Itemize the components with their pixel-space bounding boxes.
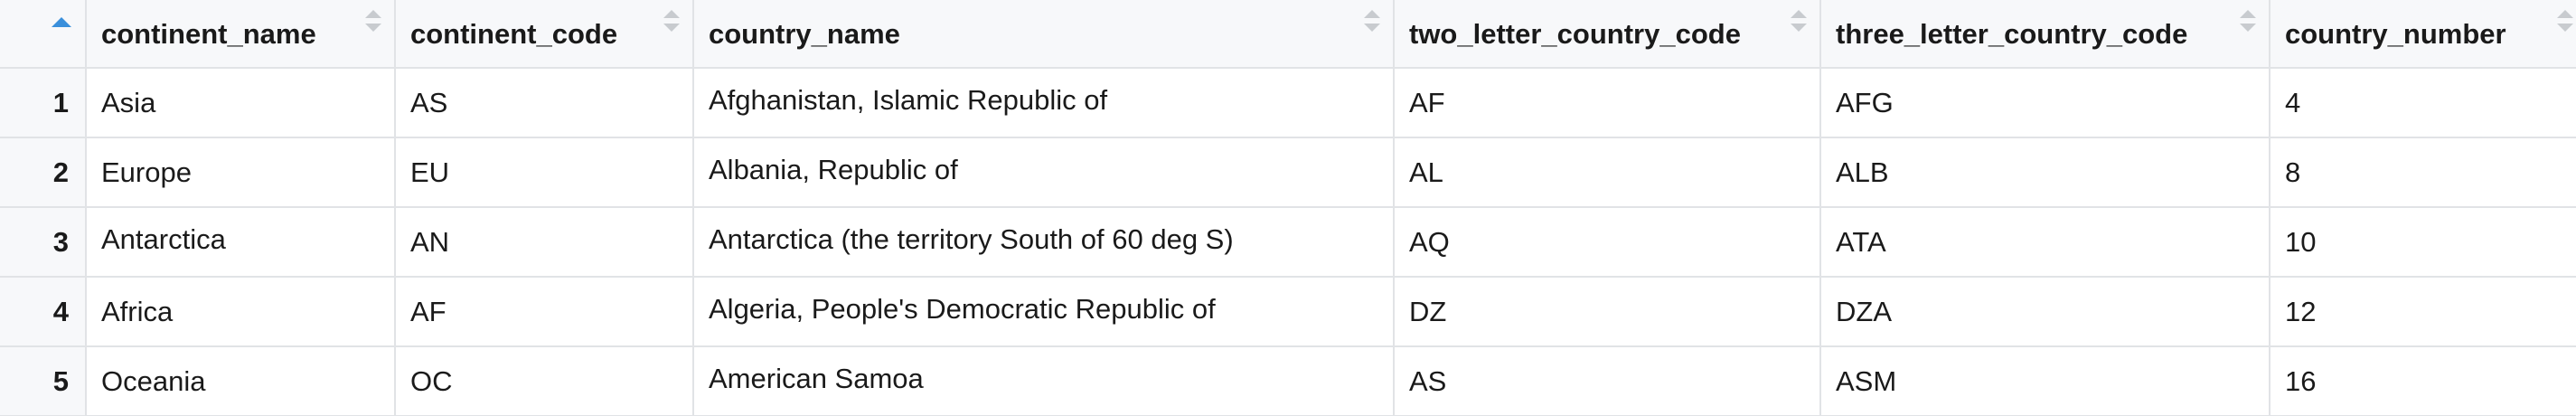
table-cell[interactable]: Algeria, People's Democratic Republic of	[692, 276, 1395, 347]
table-cell[interactable]: AF	[1393, 67, 1821, 138]
table-cell[interactable]: ATA	[1819, 206, 2270, 278]
table-row[interactable]: 1 Asia AS Afghanistan, Islamic Republic …	[0, 67, 2576, 138]
table-cell[interactable]: OC	[394, 345, 694, 416]
table-cell[interactable]: AS	[1393, 345, 1821, 416]
table-cell[interactable]: Asia	[85, 67, 396, 138]
table-cell[interactable]: Europe	[85, 137, 396, 208]
column-header-label: continent_name	[101, 17, 316, 50]
cell-text: Afghanistan, Islamic Republic of	[709, 83, 1108, 116]
cell-text: Antarctica (the territory South of 60 de…	[709, 222, 1234, 255]
table-row[interactable]: 3 Antarctica AN Antarctica (the territor…	[0, 206, 2576, 278]
table-cell[interactable]: AQ	[1393, 206, 1821, 278]
table-cell[interactable]: 10	[2269, 206, 2576, 278]
cell-text: American Samoa	[709, 362, 924, 394]
cell-text: Antarctica	[101, 222, 226, 255]
row-index: 4	[0, 276, 87, 347]
table-cell[interactable]: AFG	[1819, 67, 2270, 138]
table-cell[interactable]: DZA	[1819, 276, 2270, 347]
data-table: continent_name continent_code country_na…	[0, 0, 2576, 416]
sort-icon[interactable]	[365, 10, 381, 41]
table-cell[interactable]: Afghanistan, Islamic Republic of	[692, 67, 1395, 138]
column-header-label: country_name	[709, 17, 900, 50]
table-cell[interactable]: American Samoa	[692, 345, 1395, 416]
table-cell[interactable]: AF	[394, 276, 694, 347]
column-header-continent-code[interactable]: continent_code	[394, 0, 694, 69]
row-index: 3	[0, 206, 87, 278]
table-cell[interactable]: Albania, Republic of	[692, 137, 1395, 208]
table-cell[interactable]: ALB	[1819, 137, 2270, 208]
sort-icon[interactable]	[2557, 10, 2573, 41]
column-header-country-number[interactable]: country_number	[2269, 0, 2576, 69]
table-cell[interactable]: DZ	[1393, 276, 1821, 347]
cell-text: Albania, Republic of	[709, 153, 958, 185]
table-cell[interactable]: 4	[2269, 67, 2576, 138]
column-header-index[interactable]	[0, 0, 87, 69]
column-header-label: country_number	[2285, 17, 2506, 50]
table-row[interactable]: 4 Africa AF Algeria, People's Democratic…	[0, 276, 2576, 347]
sort-icon[interactable]	[1791, 10, 1807, 41]
column-header-country-name[interactable]: country_name	[692, 0, 1395, 69]
table-cell[interactable]: 8	[2269, 137, 2576, 208]
sort-ascending-icon[interactable]	[52, 17, 71, 27]
column-header-label: three_letter_country_code	[1836, 17, 2188, 50]
table-cell[interactable]: Antarctica (the territory South of 60 de…	[692, 206, 1395, 278]
column-header-three-letter-country-code[interactable]: three_letter_country_code	[1819, 0, 2270, 69]
table-cell[interactable]: Africa	[85, 276, 396, 347]
row-index: 1	[0, 67, 87, 138]
header-row: continent_name continent_code country_na…	[0, 0, 2576, 69]
table-cell[interactable]: Oceania	[85, 345, 396, 416]
table-cell[interactable]: AS	[394, 67, 694, 138]
data-viewer: continent_name continent_code country_na…	[0, 0, 2576, 416]
table-cell[interactable]: 16	[2269, 345, 2576, 416]
table-row[interactable]: 5 Oceania OC American Samoa AS ASM 16	[0, 345, 2576, 416]
table-cell[interactable]: EU	[394, 137, 694, 208]
table-cell[interactable]: ASM	[1819, 345, 2270, 416]
table-cell[interactable]: AL	[1393, 137, 1821, 208]
column-header-continent-name[interactable]: continent_name	[85, 0, 396, 69]
column-header-label: continent_code	[410, 17, 618, 50]
row-index: 2	[0, 137, 87, 208]
table-row[interactable]: 2 Europe EU Albania, Republic of AL ALB …	[0, 137, 2576, 208]
table-cell[interactable]: 12	[2269, 276, 2576, 347]
column-header-two-letter-country-code[interactable]: two_letter_country_code	[1393, 0, 1821, 69]
sort-icon[interactable]	[2240, 10, 2256, 41]
sort-icon[interactable]	[1364, 10, 1380, 41]
table-cell[interactable]: Antarctica	[85, 206, 396, 278]
table-cell[interactable]: AN	[394, 206, 694, 278]
row-index: 5	[0, 345, 87, 416]
cell-text: Algeria, People's Democratic Republic of	[709, 292, 1216, 325]
column-header-label: two_letter_country_code	[1409, 17, 1741, 50]
sort-icon[interactable]	[663, 10, 680, 41]
